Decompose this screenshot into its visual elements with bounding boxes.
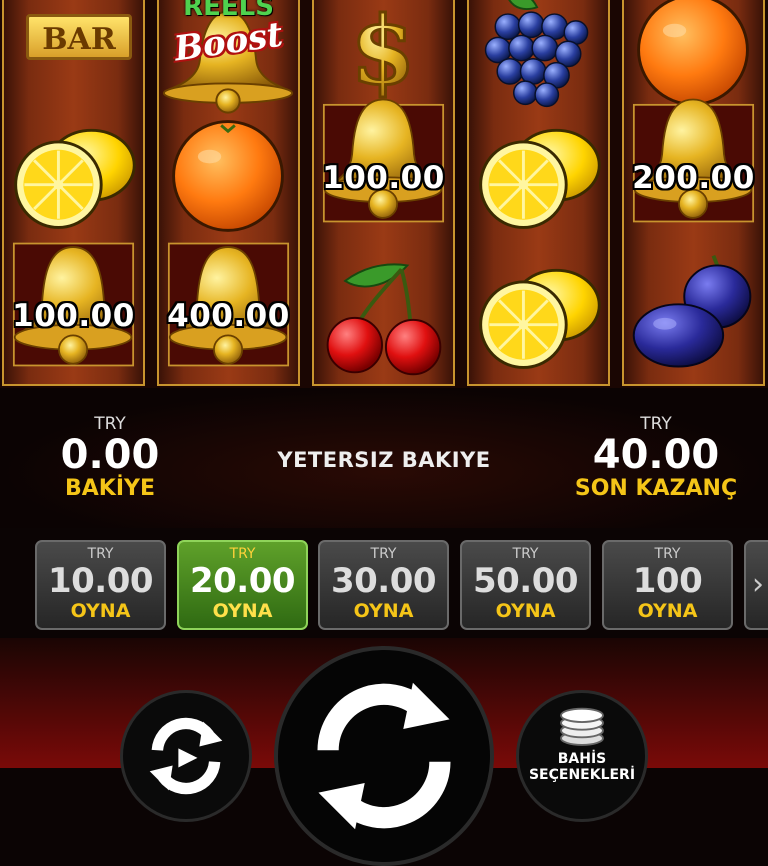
last-win-currency: TRY	[640, 414, 672, 434]
bet-currency: TRY	[512, 546, 539, 562]
bell-value: 100.00	[322, 160, 445, 196]
balance-panel: TRY 0.00 BAKİYE	[40, 414, 180, 502]
reel-2: REELS Boost 400.00	[157, 0, 300, 386]
bet-label: OYNA	[70, 600, 131, 622]
bet-options-label: BAHİS SEÇENEKLERİ	[519, 751, 645, 783]
autoplay-button[interactable]	[120, 690, 252, 822]
bet-options-label-line1: BAHİS	[557, 751, 607, 767]
grapes-icon	[469, 0, 608, 115]
bet-options-label-line2: SEÇENEKLERİ	[528, 767, 636, 783]
lemon-icon	[4, 110, 143, 239]
bet-currency: TRY	[87, 546, 114, 562]
bell-icon: 100.00	[314, 96, 453, 225]
bet-button-50[interactable]: TRY 50.00 OYNA	[460, 540, 591, 630]
svg-text:$: $	[351, 0, 416, 106]
bet-amount: 20.00	[189, 561, 296, 601]
reels-area: BAR 100.00 REELS Boost 400.00 $ 100.00 2…	[0, 0, 768, 388]
last-win-panel: TRY 40.00 SON KAZANÇ	[566, 414, 746, 502]
spin-button[interactable]	[274, 646, 494, 866]
bell-value: 400.00	[167, 298, 290, 334]
bet-button-10[interactable]: TRY 10.00 OYNA	[35, 540, 166, 630]
chevron-right-icon: ›	[752, 567, 764, 602]
orange-icon	[159, 110, 298, 239]
reel-4	[467, 0, 610, 386]
bet-label: OYNA	[212, 600, 273, 622]
bar-symbol-text: BAR	[26, 14, 132, 60]
bet-amount: 50.00	[472, 561, 579, 601]
info-bar: TRY 0.00 BAKİYE YETERSIZ BAKIYE TRY 40.0…	[0, 388, 768, 528]
reel-1: BAR 100.00	[2, 0, 145, 386]
bet-amount: 30.00	[330, 561, 437, 601]
bet-button-30[interactable]: TRY 30.00 OYNA	[318, 540, 449, 630]
bet-button-100[interactable]: TRY 100 OYNA	[602, 540, 733, 630]
bet-options-button[interactable]: BAHİS SEÇENEKLERİ	[516, 690, 648, 822]
bell-icon: 200.00	[624, 96, 763, 225]
lemon-icon	[469, 110, 608, 239]
bet-scroll-right-button[interactable]: ›	[744, 540, 768, 630]
bet-currency: TRY	[654, 546, 681, 562]
bell-value: 100.00	[12, 298, 135, 334]
balance-label: BAKİYE	[65, 476, 155, 501]
last-win-label: SON KAZANÇ	[574, 476, 738, 501]
balance-value: 0.00	[60, 432, 160, 478]
autoplay-icon	[149, 717, 223, 795]
cherry-icon	[314, 250, 453, 379]
coin-stack-icon	[560, 707, 604, 746]
bet-button-20[interactable]: TRY 20.00 OYNA	[177, 540, 308, 630]
spin-icon	[317, 682, 451, 830]
bet-currency: TRY	[370, 546, 397, 562]
bet-amount: 10.00	[47, 561, 154, 601]
controls-bar: BAHİS SEÇENEKLERİ	[0, 638, 768, 866]
bell-icon: 400.00	[159, 240, 298, 369]
bet-label: OYNA	[637, 600, 698, 622]
bet-label: OYNA	[495, 600, 556, 622]
bell-icon: 100.00	[4, 240, 143, 369]
bet-label: OYNA	[353, 600, 414, 622]
reel-3: $ 100.00	[312, 0, 455, 386]
bet-selector: TRY 10.00 OYNA TRY 20.00 OYNA TRY 30.00 …	[0, 528, 768, 638]
lemon-icon	[469, 250, 608, 379]
reel-5: 200.00	[622, 0, 765, 386]
status-message: YETERSIZ BAKIYE	[277, 448, 491, 472]
bet-amount: 100	[632, 561, 703, 601]
bet-currency: TRY	[229, 546, 256, 562]
balance-currency: TRY	[94, 414, 126, 434]
last-win-value: 40.00	[592, 432, 720, 478]
plum-icon	[624, 250, 763, 379]
bell-value: 200.00	[632, 160, 755, 196]
